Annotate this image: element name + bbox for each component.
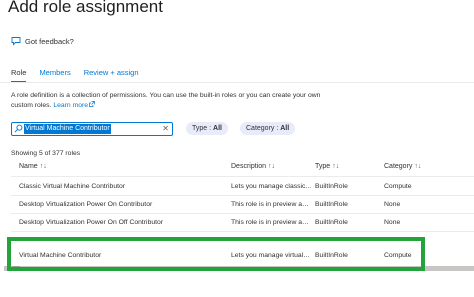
category-filter-label: Category :: [246, 125, 279, 132]
external-link-icon: [89, 101, 95, 107]
role-description: A role definition is a collection of per…: [11, 91, 341, 111]
category-filter[interactable]: Category : All: [240, 122, 296, 135]
role-category: None: [384, 219, 401, 226]
header-divider: [11, 176, 474, 177]
column-header-type[interactable]: Type ↑↓: [315, 163, 339, 170]
feedback-icon: [11, 37, 21, 46]
sort-icon: ↑↓: [268, 163, 276, 170]
more-options-icon[interactable]: ···: [141, 2, 154, 13]
tab-review-assign[interactable]: Review + assign: [84, 68, 139, 83]
selection-highlight-box: [7, 237, 425, 271]
sort-icon: ↑↓: [414, 163, 422, 170]
role-category: None: [384, 201, 401, 208]
role-description: Lets you manage classic…: [231, 183, 311, 190]
type-filter[interactable]: Type : All: [186, 122, 228, 135]
role-type: BuiltInRole: [315, 183, 348, 190]
tab-role[interactable]: Role: [11, 68, 27, 83]
column-header-category[interactable]: Category ↑↓: [384, 163, 421, 170]
role-name: Desktop Virtualization Power On Off Cont…: [19, 219, 164, 226]
role-category: Compute: [384, 183, 412, 190]
learn-more-link[interactable]: Learn more: [53, 101, 95, 109]
results-count: Showing 5 of 377 roles: [11, 150, 81, 157]
row-divider: [11, 231, 474, 232]
tab-bar: Role Members Review + assign: [11, 68, 139, 83]
column-header-name[interactable]: Name ↑↓: [19, 163, 47, 170]
role-type: BuiltInRole: [315, 201, 348, 208]
type-filter-label: Type :: [192, 125, 212, 132]
category-filter-value: All: [280, 125, 290, 132]
role-description: This role is in preview a…: [231, 219, 309, 226]
feedback-link[interactable]: Got feedback?: [11, 36, 74, 46]
role-name: Desktop Virtualization Power On Contribu…: [19, 201, 153, 208]
tab-divider: [0, 82, 474, 83]
page-title: Add role assignment: [8, 0, 163, 16]
type-filter-value: All: [213, 125, 222, 132]
feedback-label: Got feedback?: [25, 36, 74, 46]
search-icon: [14, 124, 23, 133]
column-header-description[interactable]: Description ↑↓: [231, 163, 275, 170]
role-description: This role is in preview a…: [231, 201, 309, 208]
search-input[interactable]: Virtual Machine Contributor ✕: [11, 122, 173, 136]
sort-icon: ↑↓: [332, 163, 340, 170]
row-divider: [11, 213, 474, 214]
role-type: BuiltInRole: [315, 219, 348, 226]
role-name: Classic Virtual Machine Contributor: [19, 183, 126, 190]
tab-members[interactable]: Members: [39, 68, 70, 83]
search-value: Virtual Machine Contributor: [24, 124, 111, 134]
row-divider: [11, 195, 474, 196]
clear-search-icon[interactable]: ✕: [162, 123, 169, 135]
sort-icon: ↑↓: [39, 163, 47, 170]
